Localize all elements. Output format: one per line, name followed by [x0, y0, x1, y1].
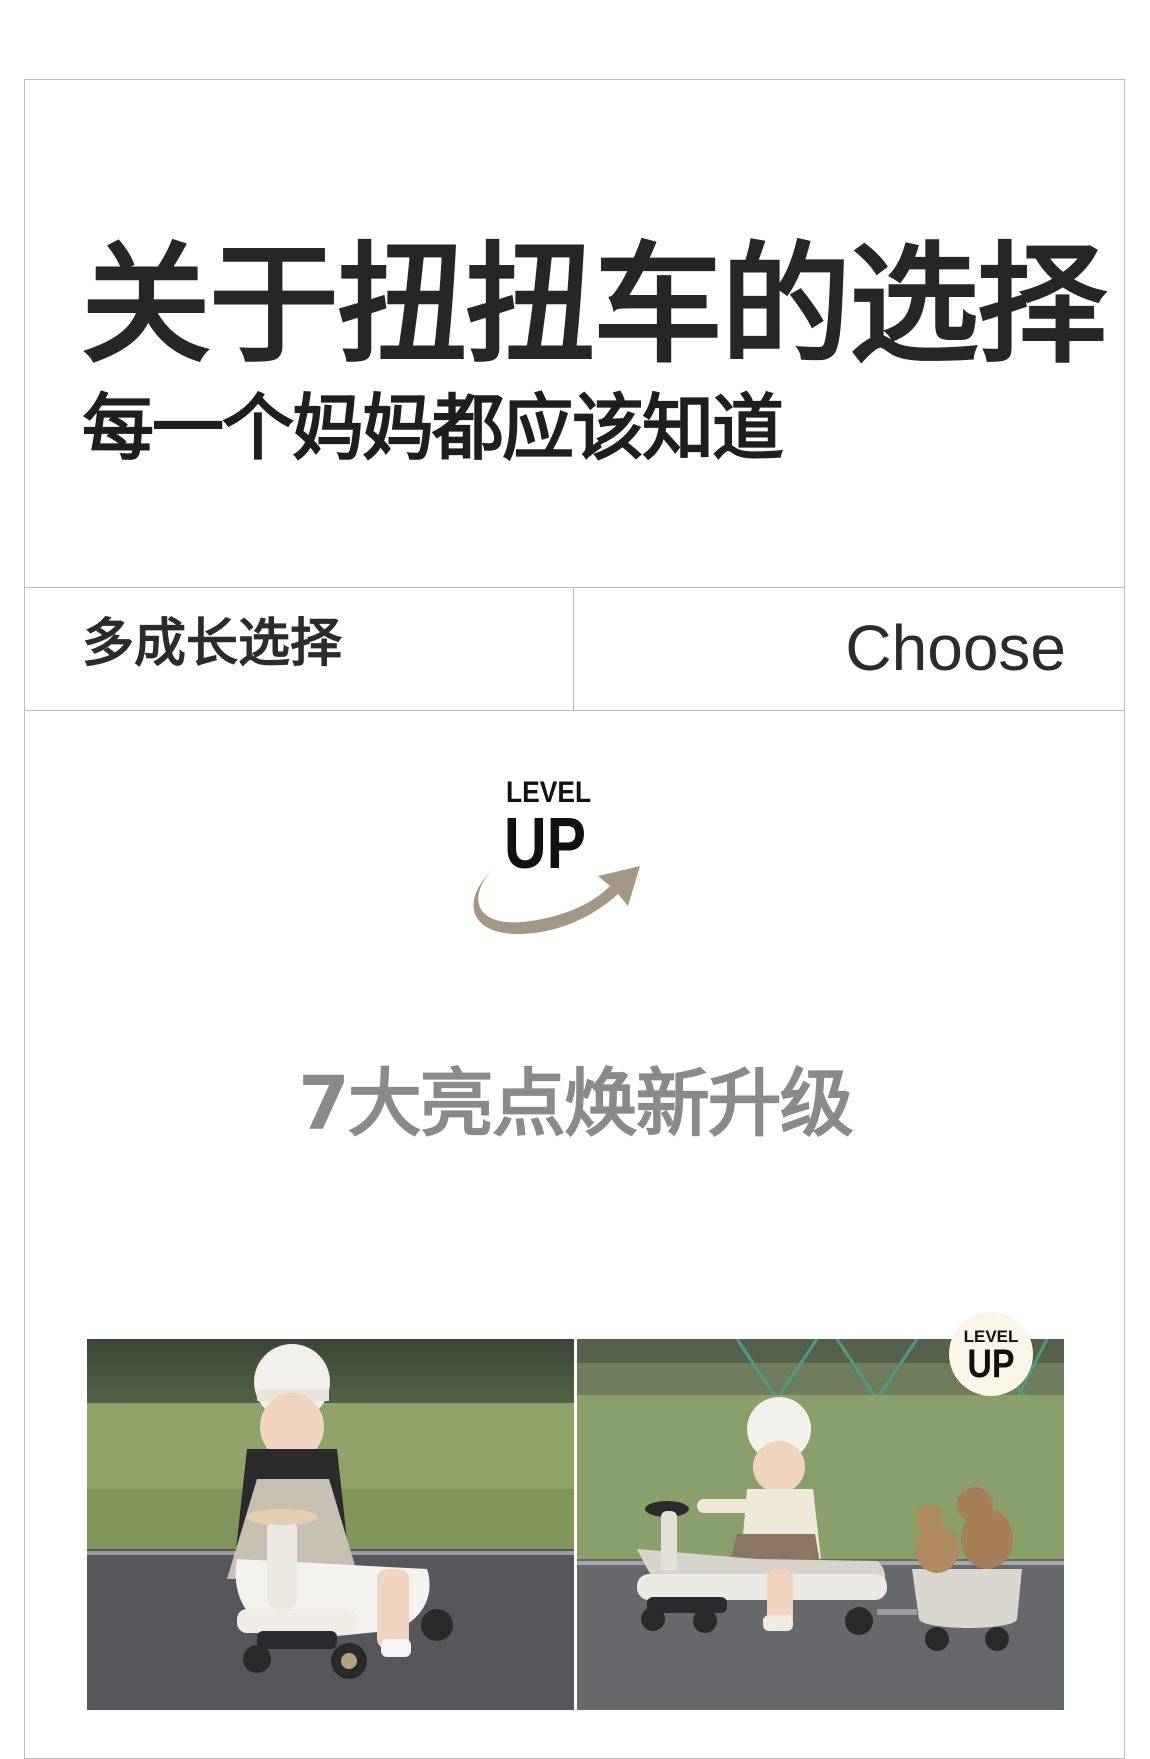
level-up-logo: LEVEL UP	[462, 778, 662, 934]
page-title: 关于扭扭车的选择	[81, 229, 1107, 381]
highlights-headline: 7大亮点焕新升级	[298, 1061, 854, 1147]
badge-up-text: UP	[967, 1342, 1015, 1386]
child-on-swing-car-photo	[87, 1339, 574, 1710]
choose-row-english-label: Choose	[845, 612, 1066, 684]
page-subtitle: 每一个妈妈都应该知道	[82, 386, 784, 470]
level-up-badge: LEVEL UP	[949, 1312, 1033, 1396]
choose-row-label: 多成长选择	[82, 614, 343, 674]
choose-row-divider	[573, 588, 574, 710]
level-up-up-text: UP	[504, 804, 587, 884]
choose-row: 多成长选择 Choose	[25, 587, 1124, 711]
